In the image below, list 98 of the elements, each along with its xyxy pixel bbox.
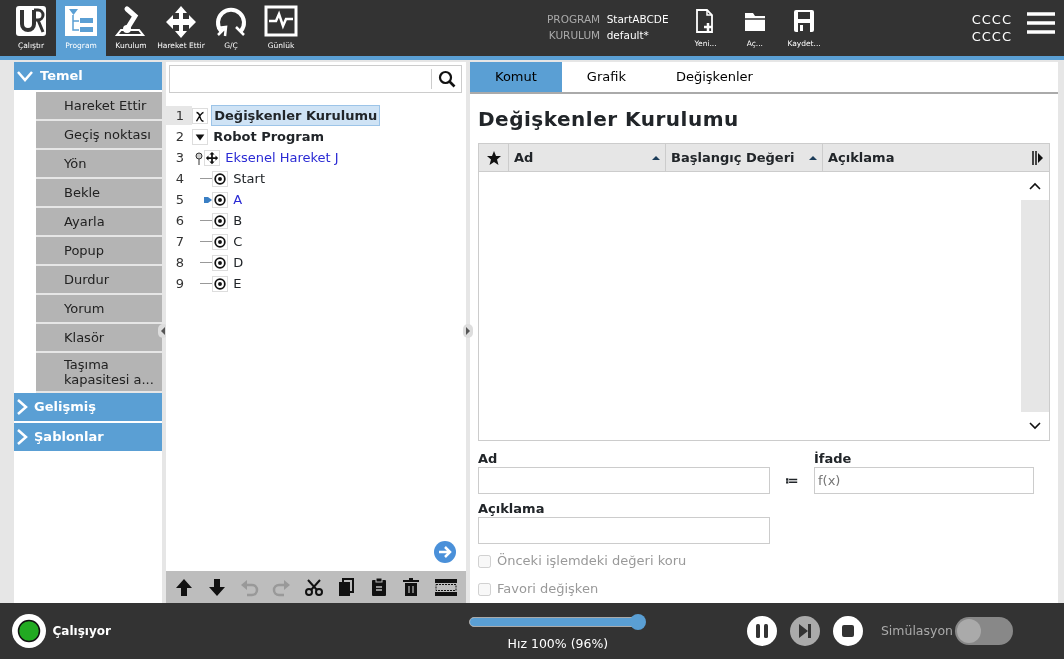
checkbox-label: Favori değişken <box>497 580 599 599</box>
program-node[interactable]: D <box>231 252 246 273</box>
program-label: PROGRAM <box>547 12 601 27</box>
category-label: Şablonlar <box>34 428 104 447</box>
column-title: Ad <box>514 148 534 167</box>
waypoint-icon <box>212 170 228 187</box>
description-field[interactable] <box>478 517 770 544</box>
collapse-handle[interactable] <box>463 324 473 338</box>
user-name: CCCC <box>971 11 1012 28</box>
chevron-right-icon <box>16 398 28 416</box>
assign-operator: ≔ <box>784 472 800 490</box>
line-number: 1 <box>166 105 192 126</box>
line-number: 5 <box>174 190 185 209</box>
node-item[interactable]: Yön <box>36 150 162 179</box>
chevron-down-icon <box>1029 422 1041 430</box>
field-label: Ad <box>478 451 499 467</box>
program-node[interactable]: Robot Program <box>211 126 327 147</box>
arrow-left-icon <box>160 327 166 335</box>
logo-icon <box>13 4 49 38</box>
installation-name: default* <box>606 28 650 43</box>
column-title: Açıklama <box>828 148 895 167</box>
line-number: 4 <box>174 169 185 188</box>
program-node[interactable]: Değişkenler Kurulumu <box>211 104 381 127</box>
breakpoint-icon <box>194 150 204 165</box>
node-item[interactable]: Hareket Ettir <box>36 92 162 121</box>
user-name: CCCC <box>971 28 1012 45</box>
program-node[interactable]: E <box>231 273 244 294</box>
line-number: 2 <box>174 127 185 146</box>
arrow-down-button[interactable] <box>206 576 227 598</box>
line-number: 7 <box>174 232 185 251</box>
column-title: Başlangıç Değeri <box>671 148 795 167</box>
scroll-up-button[interactable] <box>1021 172 1049 200</box>
status-text: Çalışıyor <box>52 623 111 640</box>
chevron-right-icon <box>16 428 28 446</box>
category-label: Temel <box>40 67 83 86</box>
suppress-button[interactable] <box>433 576 458 598</box>
line-number: 8 <box>174 253 185 272</box>
variable-icon <box>192 107 208 124</box>
program-node[interactable]: Eksenel Hareket J <box>223 147 341 168</box>
expression-field[interactable]: f(x) <box>814 467 1034 494</box>
checkbox-label: Önceki işlemdeki değeri koru <box>497 552 687 571</box>
waypoint-icon <box>212 212 228 229</box>
waypoint-icon <box>212 191 228 208</box>
node-item[interactable]: Klasör <box>36 324 162 353</box>
program-node[interactable]: Start <box>231 168 267 189</box>
column-header[interactable]: Ad <box>509 144 666 171</box>
node-item[interactable]: Durdur <box>36 266 162 295</box>
star-icon <box>485 149 502 166</box>
simulation-label: Simülasyon <box>880 621 953 640</box>
column-header[interactable]: Başlangıç Değeri <box>666 144 823 171</box>
program-node[interactable]: B <box>231 210 245 231</box>
stop-icon <box>839 623 856 639</box>
category-label: Gelişmiş <box>34 398 96 417</box>
next-button[interactable] <box>434 541 456 563</box>
stop-button[interactable] <box>832 616 863 646</box>
column-header[interactable]: Açıklama <box>823 144 1049 171</box>
expand-columns-icon <box>1032 149 1044 166</box>
node-item[interactable]: Taşıma kapasitesi a... <box>36 353 162 393</box>
pause-icon <box>753 623 770 639</box>
simulation-toggle[interactable] <box>955 617 1013 645</box>
node-item[interactable]: Geçiş noktası <box>36 121 162 150</box>
waypoint-icon <box>212 275 228 292</box>
waypoint-icon <box>212 254 228 271</box>
node-item[interactable]: Bekle <box>36 179 162 208</box>
field-label: İfade <box>814 451 853 467</box>
line-number: 6 <box>174 211 185 230</box>
speed-slider[interactable] <box>468 612 647 631</box>
log-chart-icon <box>263 4 299 38</box>
line-number: 3 <box>174 148 185 167</box>
chevron-down-icon <box>16 70 34 82</box>
name-field[interactable] <box>478 467 770 494</box>
field-label: Açıklama <box>478 501 546 517</box>
node-item[interactable]: Popup <box>36 237 162 266</box>
tab[interactable]: Komut <box>470 62 562 92</box>
program-node[interactable]: A <box>231 189 245 210</box>
pause-button[interactable] <box>746 616 777 646</box>
copy-button[interactable] <box>336 576 357 598</box>
waypoint-icon <box>212 233 228 250</box>
page-title: Değişkenler Kurulumu <box>478 106 740 133</box>
step-button[interactable] <box>789 616 820 646</box>
node-item[interactable]: Ayarla <box>36 208 162 237</box>
arrow-right-icon <box>465 327 471 335</box>
program-name: StartABCDE <box>606 12 669 27</box>
program-tree-icon <box>63 4 99 38</box>
node-item[interactable]: Yorum <box>36 295 162 324</box>
menu-icon <box>1026 11 1056 35</box>
chevron-up-icon <box>1029 182 1041 190</box>
program-node[interactable]: C <box>231 231 245 252</box>
speed-reading: Hız 100% (96%) <box>507 634 609 653</box>
scroll-down-button[interactable] <box>1021 412 1049 440</box>
trash-button[interactable] <box>401 576 422 598</box>
step-icon <box>796 623 813 639</box>
installation-label: KURULUM <box>547 28 601 43</box>
menu-button[interactable] <box>1026 11 1056 35</box>
line-number: 9 <box>174 274 185 293</box>
search-field[interactable] <box>169 65 462 93</box>
search-icon <box>437 70 456 88</box>
arrow-right-icon <box>434 541 456 563</box>
